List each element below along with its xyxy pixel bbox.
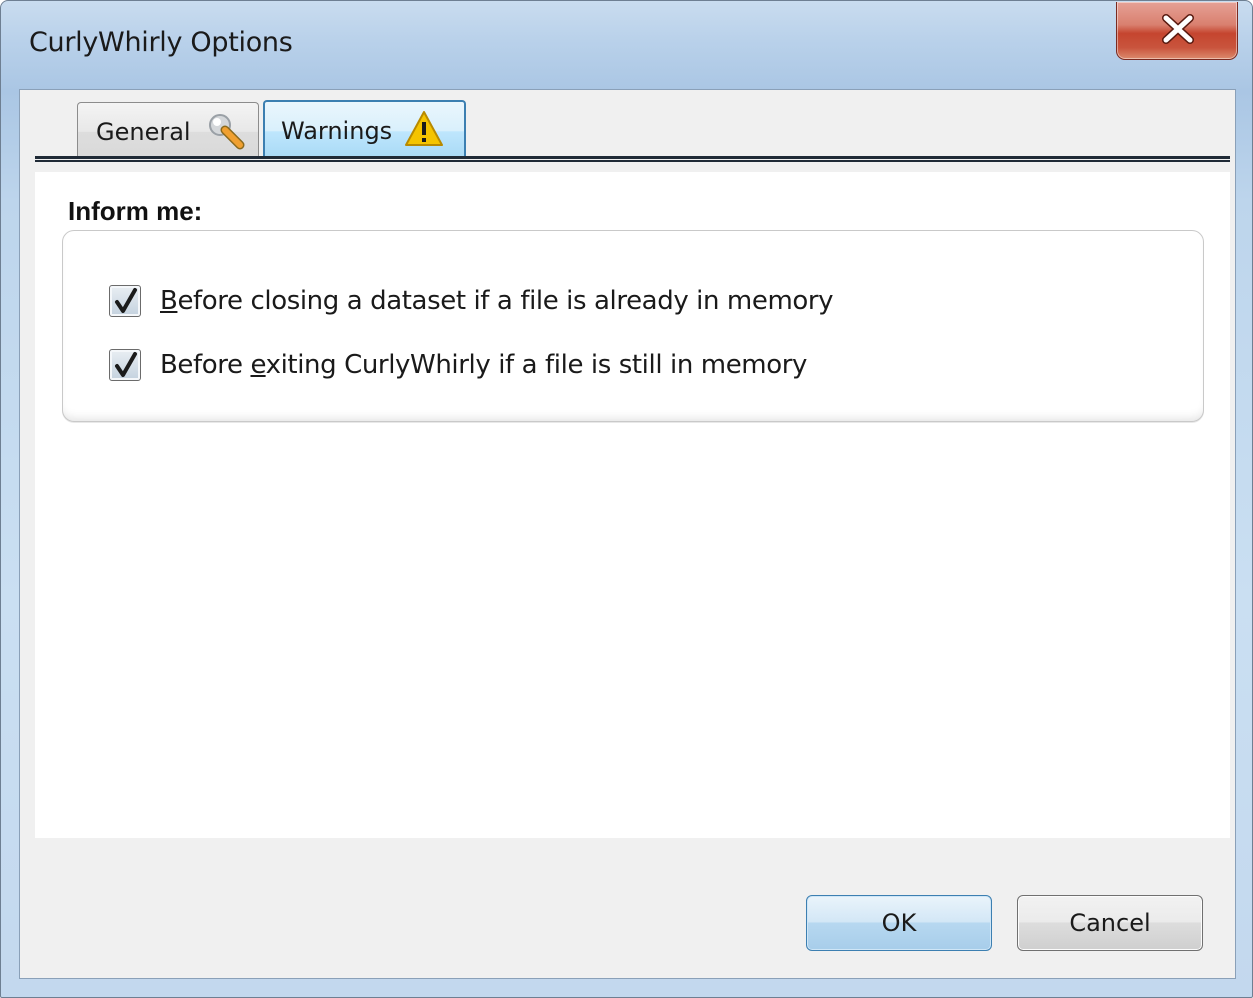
window-title: CurlyWhirly Options bbox=[29, 27, 293, 58]
option-closing-dataset[interactable]: Before closing a dataset if a file is al… bbox=[109, 281, 834, 321]
wrench-icon bbox=[206, 111, 248, 157]
option-exiting-app[interactable]: Before exiting CurlyWhirly if a file is … bbox=[109, 345, 807, 385]
dialog-client-area: General Warnings Inform me: Before closi… bbox=[19, 89, 1236, 979]
tab-warnings-label: Warnings bbox=[281, 117, 393, 145]
warning-triangle-icon bbox=[403, 109, 445, 153]
title-bar[interactable]: CurlyWhirly Options bbox=[1, 1, 1252, 89]
checkbox-closing-dataset[interactable] bbox=[109, 285, 141, 317]
label-rest: xiting CurlyWhirly if a file is still in… bbox=[265, 350, 808, 380]
options-dialog: CurlyWhirly Options General Warnings Inf… bbox=[0, 0, 1253, 998]
ok-button[interactable]: OK bbox=[806, 895, 992, 951]
inform-options-group: Before closing a dataset if a file is al… bbox=[62, 230, 1204, 422]
tab-general-label: General bbox=[96, 118, 191, 146]
warnings-tab-page: Inform me: Before closing a dataset if a… bbox=[35, 172, 1230, 838]
close-x-icon bbox=[1162, 14, 1194, 44]
option-closing-dataset-label: Before closing a dataset if a file is al… bbox=[160, 286, 834, 316]
checkmark-icon bbox=[115, 352, 137, 377]
tab-warnings[interactable]: Warnings bbox=[263, 100, 466, 160]
label-prefix: Before bbox=[160, 350, 251, 380]
option-exiting-app-label: Before exiting CurlyWhirly if a file is … bbox=[160, 350, 807, 380]
label-mnemonic: B bbox=[160, 286, 178, 316]
tab-divider bbox=[35, 156, 1230, 162]
label-mnemonic: e bbox=[250, 350, 266, 380]
tab-general[interactable]: General bbox=[77, 102, 259, 160]
checkmark-icon bbox=[115, 288, 137, 313]
checkbox-exiting-app[interactable] bbox=[109, 349, 141, 381]
cancel-button[interactable]: Cancel bbox=[1017, 895, 1203, 951]
close-button[interactable] bbox=[1116, 2, 1238, 60]
section-label: Inform me: bbox=[68, 196, 203, 226]
label-rest: efore closing a dataset if a file is alr… bbox=[177, 286, 834, 316]
